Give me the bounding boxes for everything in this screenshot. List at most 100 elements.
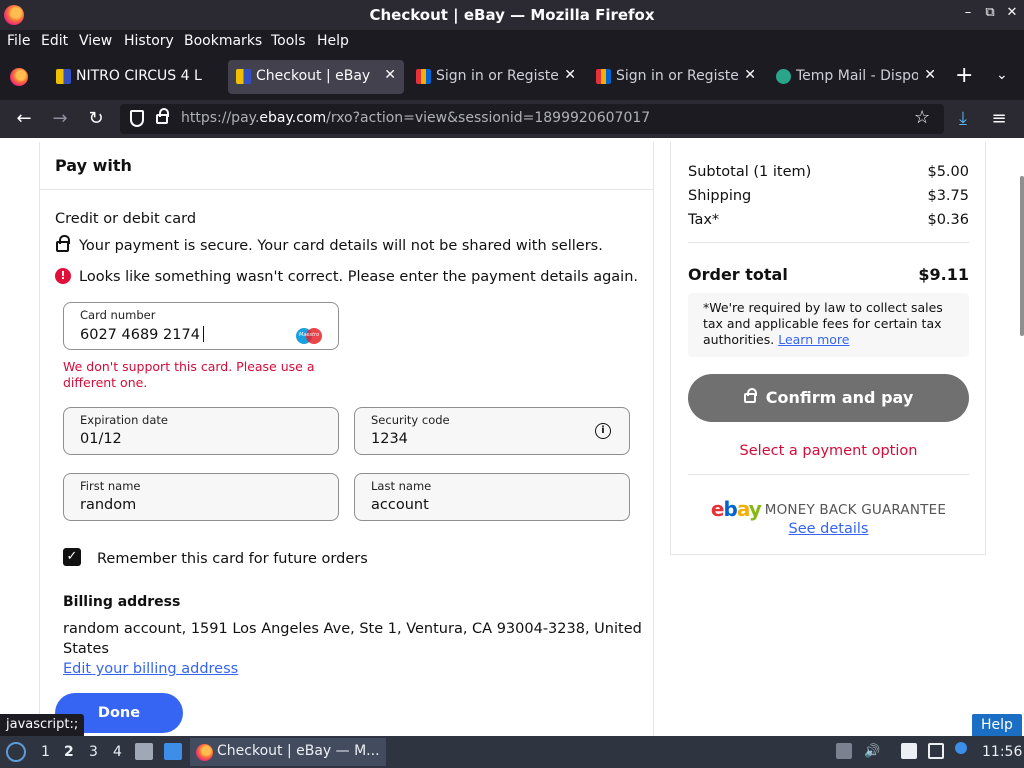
window-titlebar: Checkout | eBay — Mozilla Firefox – ⧉ ✕ <box>0 0 1024 30</box>
url-bar[interactable]: https://pay.ebay.com/rxo?action=view&ses… <box>120 104 944 134</box>
menu-history[interactable]: History <box>124 33 174 49</box>
security-code-field[interactable]: Security code 1234 i <box>354 407 630 455</box>
workspace-3[interactable]: 3 <box>89 744 98 760</box>
remember-card-checkbox[interactable]: ✓ <box>63 548 81 566</box>
notes-tray-icon[interactable] <box>901 743 917 759</box>
network-tray-icon[interactable] <box>955 742 967 754</box>
billing-address-line1: random account, 1591 Los Angeles Ave, St… <box>63 621 642 637</box>
new-tab-icon[interactable]: + <box>955 63 973 88</box>
maximize-button[interactable]: ⧉ <box>982 5 998 20</box>
back-icon[interactable]: ← <box>13 108 35 129</box>
workspace-1[interactable]: 1 <box>41 744 50 760</box>
menu-file[interactable]: File <box>7 33 30 49</box>
summary-divider <box>688 242 969 243</box>
card-number-field[interactable]: Card number 6027 4689 2174 Maestro <box>63 302 339 350</box>
close-window-button[interactable]: ✕ <box>1004 5 1020 20</box>
menu-tools[interactable]: Tools <box>271 33 306 49</box>
workspace-4[interactable]: 4 <box>113 744 122 760</box>
menu-view[interactable]: View <box>79 33 112 49</box>
minimize-button[interactable]: – <box>960 5 976 20</box>
subtotal-row: Subtotal (1 item) $5.00 <box>688 164 969 180</box>
window-title: Checkout | eBay — Mozilla Firefox <box>369 6 655 24</box>
security-code-input[interactable]: 1234 <box>371 431 408 447</box>
expiration-field[interactable]: Expiration date 01/12 <box>63 407 339 455</box>
start-menu-icon[interactable] <box>6 742 26 762</box>
tab-label: NITRO CIRCUS 4 L <box>76 68 202 84</box>
first-name-input[interactable]: random <box>80 497 136 513</box>
info-icon[interactable]: i <box>595 423 611 439</box>
taskbar: 1 2 3 4 Checkout | eBay — M... 🔊 11:56 <box>0 736 1024 768</box>
page-scrollbar[interactable] <box>1020 176 1024 336</box>
file-manager-icon[interactable] <box>135 743 153 760</box>
tab-sign-in-2[interactable]: Sign in or Register ✕ <box>588 60 764 94</box>
card-number-input[interactable]: 6027 4689 2174 <box>80 326 204 343</box>
expiration-input[interactable]: 01/12 <box>80 431 122 447</box>
menu-edit[interactable]: Edit <box>41 33 68 49</box>
error-note: Looks like something wasn't correct. Ple… <box>79 269 639 285</box>
expiration-label: Expiration date <box>80 413 168 427</box>
ebay-logo-icon: ebay <box>710 497 762 521</box>
menu-bookmarks[interactable]: Bookmarks <box>184 33 262 49</box>
maestro-card-icon: Maestro <box>296 328 322 344</box>
pay-with-heading: Pay with <box>55 156 132 175</box>
menu-help[interactable]: Help <box>317 33 349 49</box>
summary-divider <box>688 474 969 475</box>
menu-bar: File Edit View History Bookmarks Tools H… <box>0 30 1024 54</box>
close-tab-icon[interactable]: ✕ <box>744 67 756 83</box>
bookmark-star-icon[interactable]: ☆ <box>914 107 930 128</box>
lock-icon <box>743 388 757 403</box>
select-payment-option-text: Select a payment option <box>739 443 918 459</box>
order-summary: Subtotal (1 item) $5.00 Shipping $3.75 T… <box>670 142 986 555</box>
tax-note: *We're required by law to collect sales … <box>688 293 969 357</box>
clipboard-tray-icon[interactable] <box>836 743 852 759</box>
tax-value: $0.36 <box>927 212 969 228</box>
tab-label: Sign in or Register <box>616 68 738 84</box>
ebay-favicon-icon <box>236 69 251 84</box>
ebay-favicon-icon <box>56 69 71 84</box>
subtotal-value: $5.00 <box>927 164 969 180</box>
order-total-label: Order total <box>688 265 788 284</box>
money-back-guarantee: ebay MONEY BACK GUARANTEE <box>710 497 947 521</box>
downloads-icon[interactable]: ⤓ <box>952 108 974 129</box>
edit-billing-address-link[interactable]: Edit your billing address <box>63 661 238 677</box>
tab-nitro-circus[interactable]: NITRO CIRCUS 4 L <box>48 60 224 94</box>
pay-with-section: Pay with Credit or debit card Your payme… <box>39 142 654 736</box>
volume-icon[interactable]: 🔊 <box>864 744 880 760</box>
tab-checkout-ebay[interactable]: Checkout | eBay ✕ <box>228 60 404 94</box>
list-all-tabs-icon[interactable]: ⌄ <box>996 67 1008 83</box>
close-tab-icon[interactable]: ✕ <box>924 67 936 83</box>
see-details-link[interactable]: See details <box>688 521 969 537</box>
tab-label: Temp Mail - Dispos <box>796 68 918 84</box>
first-name-field[interactable]: First name random <box>63 473 339 521</box>
close-tab-icon[interactable]: ✕ <box>384 67 396 83</box>
confirm-and-pay-button[interactable]: Confirm and pay <box>688 374 969 422</box>
display-tray-icon[interactable] <box>928 743 944 759</box>
last-name-field[interactable]: Last name account <box>354 473 630 521</box>
reload-icon[interactable]: ↻ <box>85 108 107 129</box>
forward-icon[interactable]: → <box>49 108 71 129</box>
shipping-label: Shipping <box>688 188 752 204</box>
ebay-favicon-icon <box>596 69 611 84</box>
site-lock-icon[interactable] <box>156 108 169 124</box>
close-tab-icon[interactable]: ✕ <box>564 67 576 83</box>
security-code-label: Security code <box>371 413 450 427</box>
lock-icon <box>56 235 70 252</box>
firefox-view-icon[interactable] <box>10 68 28 86</box>
last-name-input[interactable]: account <box>371 497 429 513</box>
desktop-icon[interactable] <box>164 743 182 760</box>
help-button[interactable]: Help <box>972 714 1022 736</box>
billing-address-heading: Billing address <box>63 594 181 610</box>
taskbar-firefox-task[interactable]: Checkout | eBay — M... <box>190 738 386 766</box>
pay-with-header: Pay with <box>40 142 653 190</box>
workspace-2[interactable]: 2 <box>64 744 74 760</box>
learn-more-link[interactable]: Learn more <box>778 332 849 347</box>
page-content: Pay with Credit or debit card Your payme… <box>0 138 1024 736</box>
shipping-row: Shipping $3.75 <box>688 188 969 204</box>
remember-card-label[interactable]: Remember this card for future orders <box>97 551 368 567</box>
tracking-protection-icon[interactable] <box>130 110 144 127</box>
tab-sign-in-1[interactable]: Sign in or Register ✕ <box>408 60 584 94</box>
url-text[interactable]: https://pay.ebay.com/rxo?action=view&ses… <box>181 110 650 126</box>
app-menu-icon[interactable]: ≡ <box>988 108 1010 129</box>
tab-temp-mail[interactable]: Temp Mail - Dispos ✕ <box>768 60 944 94</box>
secure-note: Your payment is secure. Your card detail… <box>79 238 603 254</box>
